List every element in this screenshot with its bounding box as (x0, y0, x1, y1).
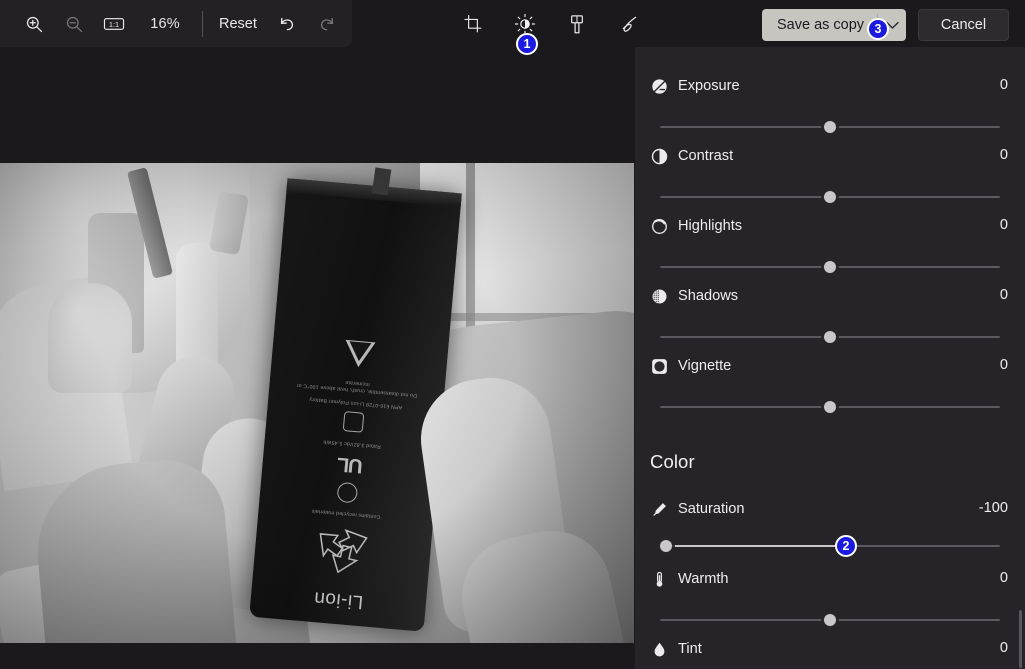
warning-triangle-icon (342, 338, 378, 371)
zoom-controls-group: 1:1 16% Reset (14, 8, 347, 40)
adjustment-row-exposure: Exposure 0 (635, 75, 1025, 145)
redo-arrow-icon[interactable] (307, 8, 347, 40)
adjustment-value: 0 (999, 570, 1008, 586)
slider-thumb[interactable] (824, 191, 836, 203)
vignette-icon (650, 357, 668, 375)
adjustment-value: 0 (999, 77, 1008, 93)
adjustment-header: Exposure (650, 75, 740, 97)
adjustment-row-contrast: Contrast 0 (635, 145, 1025, 215)
slider-thumb[interactable] (824, 261, 836, 273)
adjustment-row-shadows: Shadows 0 (635, 285, 1025, 355)
adjustment-label: Tint (678, 641, 702, 657)
ul-mark-icon: UL (337, 452, 364, 477)
shadows-slider[interactable] (660, 327, 1000, 347)
battery-fineprint-2: Rated 3.82Vdc 5.45Wh (323, 438, 382, 450)
slider-track-fill (666, 545, 851, 547)
battery-fineprint-1: Contains recycled materials (311, 507, 381, 520)
photo-soap-dispenser (48, 283, 132, 393)
adjustment-row-warmth: Warmth 0 (635, 568, 1025, 638)
zoom-level-label: 16% (150, 16, 180, 32)
adjustment-label: Shadows (678, 288, 739, 304)
callout-badge-3: 3 (867, 18, 889, 40)
eyedropper-icon (650, 500, 668, 518)
adjustment-header: Warmth (650, 568, 729, 590)
adjustment-label: Saturation (678, 501, 745, 517)
adjustment-row-saturation: Saturation -100 (635, 498, 1025, 568)
shadows-icon (650, 287, 668, 305)
adjustment-row-tint: Tint 0 (635, 638, 1025, 669)
battery-chemistry-label: Li-ion (312, 587, 365, 613)
slider-thumb[interactable] (824, 121, 836, 133)
battery-symbol-icon (336, 481, 359, 504)
edit-tools-group (455, 8, 647, 40)
exposure-slider[interactable] (660, 117, 1000, 137)
vignette-slider[interactable] (660, 397, 1000, 417)
color-section-title: Color (650, 451, 695, 472)
highlights-slider[interactable] (660, 257, 1000, 277)
save-as-copy-label: Save as copy (777, 17, 865, 33)
adjustment-row-highlights: Highlights 0 (635, 215, 1025, 285)
paintbrush-icon[interactable] (559, 8, 595, 40)
slider-thumb[interactable] (660, 540, 672, 552)
droplet-icon (650, 640, 668, 658)
adjustment-header: Shadows (650, 285, 738, 307)
callout-badge-2: 2 (835, 535, 857, 557)
slider-thumb[interactable] (824, 401, 836, 413)
adjustment-header: Saturation (650, 498, 745, 520)
battery-cert-icon (343, 411, 365, 433)
crop-icon[interactable] (455, 8, 491, 40)
thermometer-icon (650, 570, 668, 588)
recycle-icon (320, 529, 369, 574)
adjustment-value: 0 (999, 147, 1008, 163)
adjustment-value: 0 (999, 217, 1008, 233)
adjustment-label: Vignette (678, 358, 732, 374)
toolbar-divider (202, 11, 203, 37)
adjustment-row-vignette: Vignette 0 (635, 355, 1025, 425)
adjustment-label: Warmth (678, 571, 729, 587)
adjustment-header: Tint (650, 638, 702, 660)
battery-symbol-row (336, 481, 359, 504)
adjustment-header: Contrast (650, 145, 733, 167)
undo-arrow-icon[interactable] (267, 8, 307, 40)
magnifier-plus-icon[interactable] (14, 8, 54, 40)
one-to-one-icon[interactable]: 1:1 (94, 8, 134, 40)
slider-thumb[interactable] (824, 614, 836, 626)
adjustment-value: 0 (999, 640, 1008, 656)
magnifier-minus-icon[interactable] (54, 8, 94, 40)
adjustment-header: Vignette (650, 355, 731, 377)
highlights-icon (650, 217, 668, 235)
adjustment-label: Exposure (678, 78, 740, 94)
slider-thumb[interactable] (824, 331, 836, 343)
adjustment-header: Highlights (650, 215, 742, 237)
warmth-slider[interactable] (660, 610, 1000, 630)
photo-scene: Li-ion Contains recycled materials UL Ra… (0, 163, 634, 643)
adjustment-value: 0 (999, 287, 1008, 303)
adjustment-value: 0 (999, 357, 1008, 373)
adjustment-value: -100 (978, 500, 1008, 516)
photo-editor-window: 1:1 16% Reset Save as copy Cancel Li-ion… (0, 0, 1025, 669)
saturation-slider[interactable] (660, 536, 1000, 556)
adjustment-label: Contrast (678, 148, 734, 164)
pen-icon[interactable] (611, 8, 647, 40)
adjustment-label: Highlights (678, 218, 743, 234)
contrast-icon (650, 147, 668, 165)
contrast-slider[interactable] (660, 187, 1000, 207)
cancel-button[interactable]: Cancel (918, 9, 1009, 41)
exposure-icon (650, 77, 668, 95)
callout-badge-1: 1 (516, 33, 538, 55)
edited-photo[interactable]: Li-ion Contains recycled materials UL Ra… (0, 163, 634, 643)
svg-text:1:1: 1:1 (109, 20, 119, 29)
adjustments-panel: Exposure 0 Contrast 0 Highlights 0 Shado… (635, 47, 1025, 669)
reset-button[interactable]: Reset (209, 8, 267, 40)
panel-scrollbar-thumb[interactable] (1019, 610, 1022, 668)
image-canvas-area[interactable]: Li-ion Contains recycled materials UL Ra… (0, 47, 635, 669)
